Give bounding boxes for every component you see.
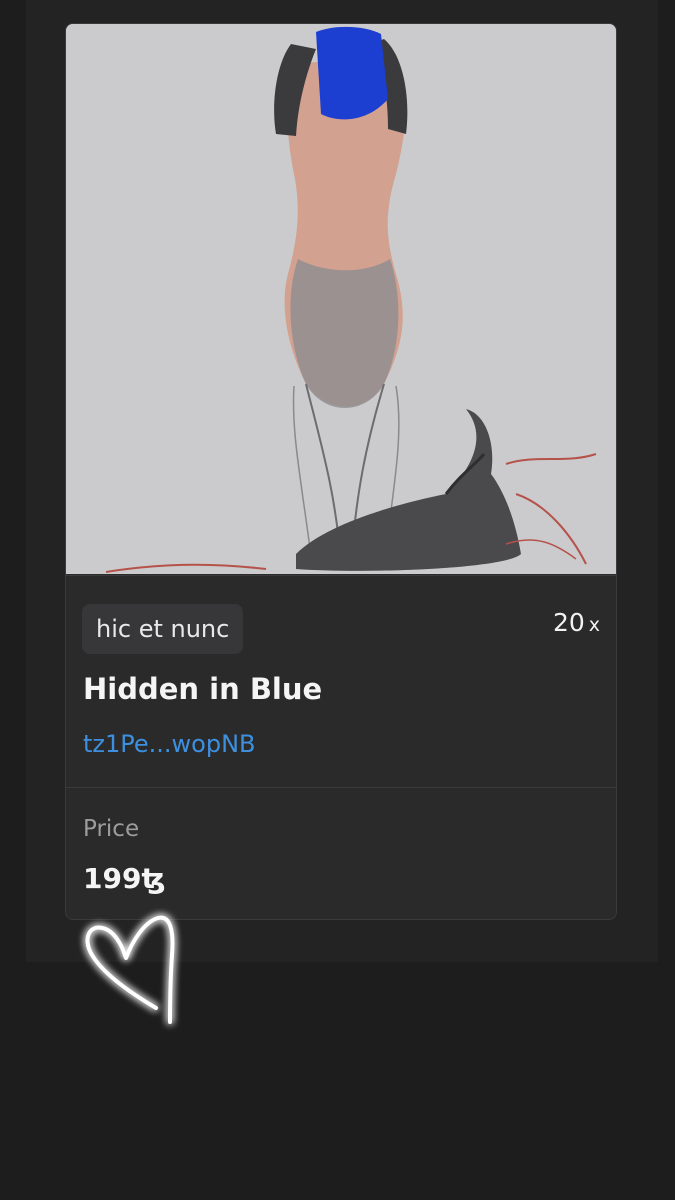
price-amount: 199	[83, 862, 142, 895]
heart-icon[interactable]	[74, 900, 194, 1040]
platform-badge[interactable]: hic et nunc	[82, 604, 244, 654]
editions-suffix: x	[588, 614, 600, 636]
nft-title[interactable]: Hidden in Blue	[83, 672, 322, 706]
editions-count: 20 x	[553, 608, 600, 637]
nft-card[interactable]: hic et nunc 20 x Hidden in Blue tz1Pe...w…	[65, 23, 617, 920]
price-label: Price	[83, 816, 140, 842]
price-value: 199ꜩ	[83, 862, 165, 895]
artwork-image[interactable]	[66, 24, 616, 574]
tez-currency-icon: ꜩ	[141, 862, 166, 895]
card-info: hic et nunc 20 x Hidden in Blue tz1Pe...w…	[66, 575, 616, 786]
editions-number: 20	[552, 608, 585, 637]
creator-address-link[interactable]: tz1Pe...wopNB	[83, 730, 256, 758]
